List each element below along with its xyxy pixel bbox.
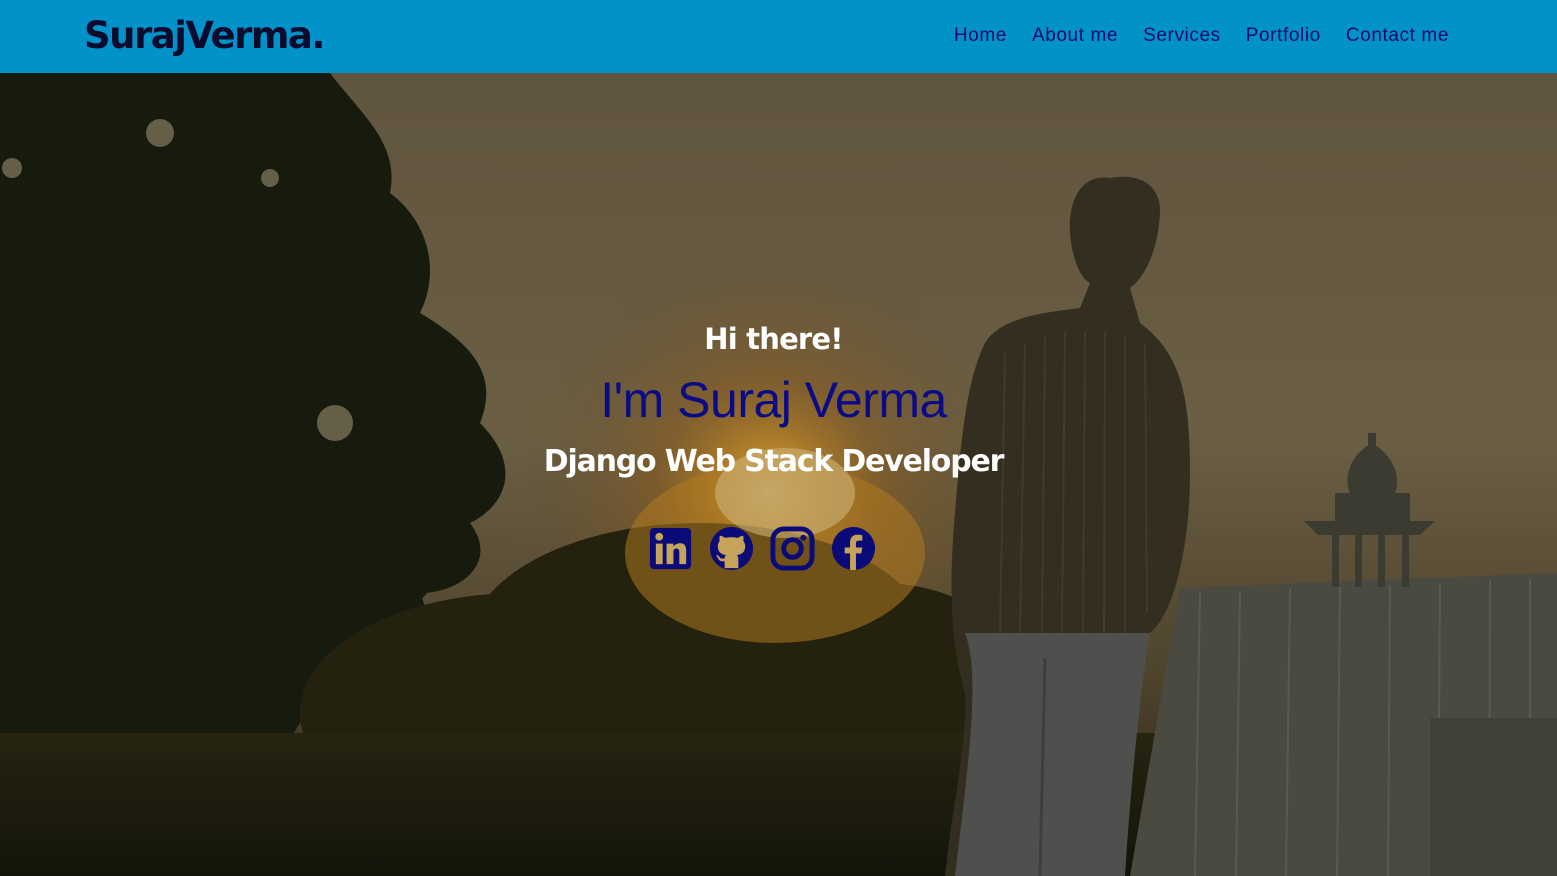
- brand-logo[interactable]: SurajVerma.: [84, 14, 325, 58]
- page: SurajVerma. Home About me Services Portf…: [0, 0, 1557, 876]
- github-icon: [709, 526, 754, 571]
- nav-about-link[interactable]: About me: [1032, 23, 1118, 49]
- hero-section: Hi there! I'm Suraj Verma Django Web Sta…: [0, 73, 1557, 876]
- instagram-link[interactable]: [769, 525, 816, 572]
- hero-greeting: Hi there!: [704, 322, 843, 356]
- github-link[interactable]: [708, 525, 755, 572]
- instagram-icon: [770, 526, 815, 571]
- nav-contact-link[interactable]: Contact me: [1346, 23, 1449, 49]
- nav-services-link[interactable]: Services: [1143, 23, 1221, 49]
- facebook-link[interactable]: [830, 525, 877, 572]
- brand-dot: .: [311, 14, 325, 57]
- hero-role: Django Web Stack Developer: [543, 444, 1005, 479]
- linkedin-icon: [649, 527, 692, 570]
- nav-portfolio-link[interactable]: Portfolio: [1246, 23, 1321, 49]
- linkedin-link[interactable]: [647, 525, 694, 572]
- brand-name: SurajVerma: [84, 14, 313, 57]
- navbar: SurajVerma. Home About me Services Portf…: [0, 0, 1557, 73]
- facebook-icon: [831, 526, 876, 571]
- nav-home-link[interactable]: Home: [954, 23, 1007, 49]
- social-links: [647, 525, 877, 572]
- hero-name: I'm Suraj Verma: [600, 372, 947, 428]
